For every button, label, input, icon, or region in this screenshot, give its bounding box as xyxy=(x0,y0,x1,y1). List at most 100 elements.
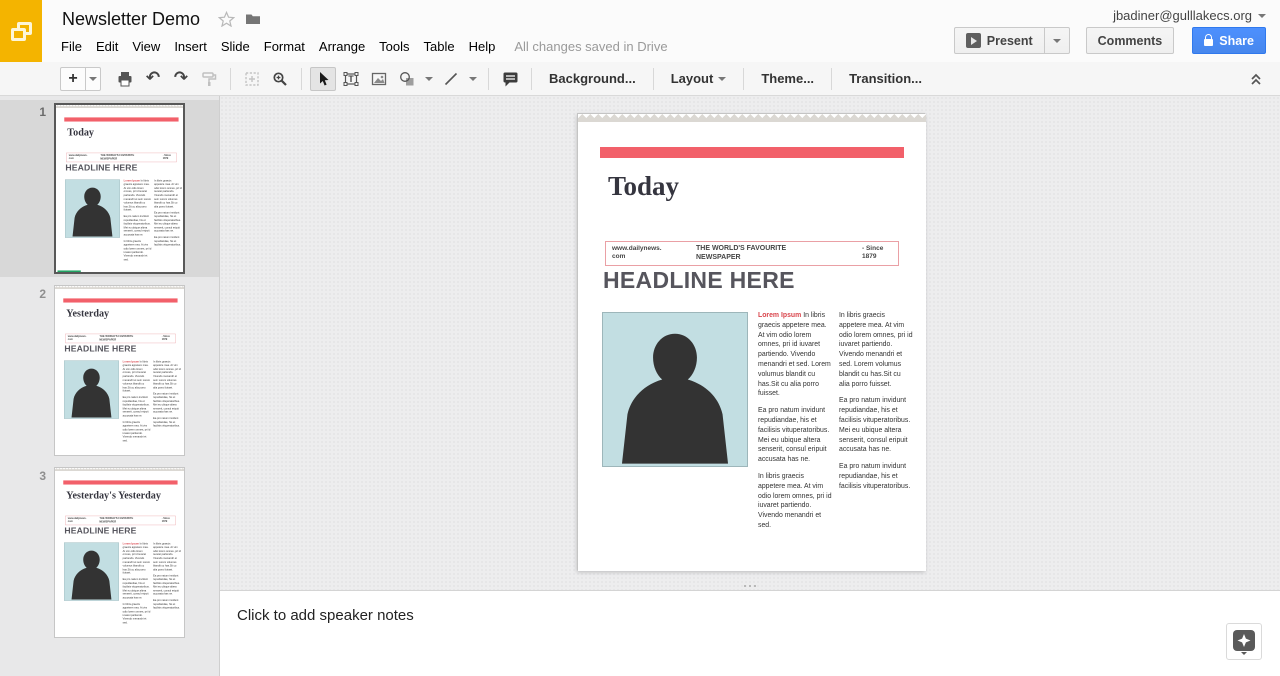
article-column-2: In libris graecis appetere mea. At vim o… xyxy=(153,542,181,610)
slide-thumbnail-3[interactable]: Yesterday's Yesterday www.dailynews.com … xyxy=(54,467,185,638)
present-dropdown-button[interactable] xyxy=(1044,27,1070,54)
masthead-since: - Since 1879 xyxy=(862,245,884,261)
folder-icon[interactable] xyxy=(245,12,261,26)
photo-placeholder xyxy=(65,179,120,238)
redo-button[interactable]: ↷ xyxy=(168,67,194,91)
paint-format-button[interactable] xyxy=(196,67,222,91)
layout-button[interactable]: Layout xyxy=(661,66,737,91)
slide-filmstrip: 1 Today www.dailynews.com THE WORLD'S FA… xyxy=(0,96,220,676)
red-accent-bar xyxy=(63,480,178,485)
star-icon[interactable] xyxy=(218,11,235,27)
lead-in: Lorem Ipsum xyxy=(758,312,802,319)
collapse-toolbar-icon[interactable] xyxy=(1248,70,1264,87)
select-tool-button[interactable] xyxy=(310,66,336,91)
slide-canvas[interactable]: Today www.dailynews.com THE WORLD'S FAVO… xyxy=(220,96,1280,590)
newspaper-headline[interactable]: HEADLINE HERE xyxy=(603,267,795,294)
article-column-1: Lorem Ipsum In libris graecis appetere m… xyxy=(122,542,151,625)
chevron-down-icon xyxy=(1052,38,1061,43)
newspaper-preview: Yesterday's Yesterday www.dailynews.com … xyxy=(55,468,184,637)
present-button[interactable]: Present xyxy=(953,27,1045,54)
chevron-down-icon xyxy=(89,76,97,81)
chevron-down-icon[interactable] xyxy=(469,76,477,81)
text-box-button[interactable]: T xyxy=(338,67,364,91)
newspaper-masthead: www.dailynews.com THE WORLD'S FAVOURITE … xyxy=(65,333,176,344)
torn-edge xyxy=(55,468,184,472)
insert-line-button[interactable] xyxy=(438,67,464,91)
red-accent-bar xyxy=(63,298,178,303)
newspaper-title: Yesterday xyxy=(66,307,110,319)
slide-number: 3 xyxy=(39,469,46,483)
menu-tools[interactable]: Tools xyxy=(372,35,416,58)
lock-icon xyxy=(1204,34,1214,46)
transition-button[interactable]: Transition... xyxy=(839,66,932,91)
newspaper-title[interactable]: Today xyxy=(608,171,679,202)
comments-button[interactable]: Comments xyxy=(1085,27,1175,54)
slide-thumbnail-row-3: 3 Yesterday's Yesterday www.dailynews.co… xyxy=(0,464,219,641)
article-column-2: In libris graecis appetere mea. At vim o… xyxy=(153,360,181,428)
menu-bar: File Edit View Insert Slide Format Arran… xyxy=(54,35,668,58)
insert-comment-button[interactable] xyxy=(497,67,523,91)
slides-logo-icon xyxy=(0,0,42,62)
new-slide-button[interactable]: + xyxy=(60,66,86,91)
slide-thumbnail-1[interactable]: Today www.dailynews.com THE WORLD'S FAVO… xyxy=(54,103,185,274)
red-accent-bar[interactable] xyxy=(600,147,904,158)
notes-resize-handle[interactable] xyxy=(744,585,756,587)
menu-view[interactable]: View xyxy=(125,35,167,58)
photo-placeholder xyxy=(64,360,119,419)
slide-thumbnail-2[interactable]: Yesterday www.dailynews.com THE WORLD'S … xyxy=(54,285,185,456)
insert-shape-button[interactable] xyxy=(394,67,420,91)
newspaper-preview: Yesterday www.dailynews.com THE WORLD'S … xyxy=(55,286,184,455)
article-column-1: Lorem Ipsum In libris graecis appetere m… xyxy=(122,360,151,443)
menu-format[interactable]: Format xyxy=(257,35,312,58)
new-slide-dropdown[interactable] xyxy=(86,66,101,91)
account-email: jbadiner@gulllakecs.org xyxy=(1113,8,1252,23)
account-menu[interactable]: jbadiner@gulllakecs.org xyxy=(1113,8,1266,23)
share-button[interactable]: Share xyxy=(1192,27,1266,54)
chevron-down-icon[interactable] xyxy=(425,76,433,81)
menu-edit[interactable]: Edit xyxy=(89,35,125,58)
torn-edge xyxy=(578,114,926,122)
zoom-fit-button[interactable] xyxy=(239,67,265,91)
speaker-notes-panel: Click to add speaker notes xyxy=(220,590,1280,676)
person-silhouette-icon xyxy=(71,550,112,600)
masthead-tagline: THE WORLD'S FAVOURITE NEWSPAPER xyxy=(696,245,787,261)
article-column-1: Lorem Ipsum In libris graecis appetere m… xyxy=(123,179,152,262)
menu-table[interactable]: Table xyxy=(417,35,462,58)
menu-file[interactable]: File xyxy=(54,35,89,58)
torn-edge xyxy=(56,105,183,109)
play-icon xyxy=(965,33,981,48)
chevron-down-icon xyxy=(1258,13,1266,18)
chevron-down-icon xyxy=(718,76,727,81)
person-silhouette-icon xyxy=(621,333,729,464)
document-title[interactable]: Newsletter Demo xyxy=(62,9,200,30)
newspaper-headline: HEADLINE HERE xyxy=(65,162,138,173)
header: Newsletter Demo jbadiner@gulllakecs.org … xyxy=(0,0,1280,62)
menu-arrange[interactable]: Arrange xyxy=(312,35,372,58)
newspaper-title: Yesterday's Yesterday xyxy=(66,489,161,501)
newspaper-headline: HEADLINE HERE xyxy=(64,343,137,354)
explore-button[interactable] xyxy=(1226,623,1262,660)
svg-text:T: T xyxy=(348,74,354,84)
article-column-1[interactable]: Lorem Ipsum In libris graecis appetere m… xyxy=(758,311,832,538)
article-column-2[interactable]: In libris graecis appetere mea. At vim o… xyxy=(839,311,913,499)
menu-slide[interactable]: Slide xyxy=(214,35,257,58)
speaker-notes-input[interactable]: Click to add speaker notes xyxy=(237,607,414,624)
slide-thumbnail-row-2: 2 Yesterday www.dailynews.com THE WORLD'… xyxy=(0,282,219,459)
newspaper-slide: Today www.dailynews.com THE WORLD'S FAVO… xyxy=(578,114,926,571)
menu-insert[interactable]: Insert xyxy=(167,35,214,58)
article-column-2: In libris graecis appetere mea. At vim o… xyxy=(154,179,182,247)
current-slide[interactable]: Today www.dailynews.com THE WORLD'S FAVO… xyxy=(577,113,926,571)
new-slide-button-group: + xyxy=(60,66,101,91)
newspaper-headline: HEADLINE HERE xyxy=(64,525,137,536)
zoom-button[interactable] xyxy=(267,67,293,91)
background-button[interactable]: Background... xyxy=(539,66,646,91)
photo-placeholder[interactable] xyxy=(602,312,748,467)
newspaper-masthead[interactable]: www.dailynews.com THE WORLD'S FAVOURITE … xyxy=(605,241,899,266)
theme-button[interactable]: Theme... xyxy=(751,66,824,91)
undo-button[interactable]: ↶ xyxy=(140,67,166,91)
newspaper-masthead: www.dailynews.com THE WORLD'S FAVOURITE … xyxy=(65,515,176,526)
insert-image-button[interactable] xyxy=(366,67,392,91)
print-button[interactable] xyxy=(112,67,138,91)
menu-help[interactable]: Help xyxy=(462,35,503,58)
newspaper-preview: Today www.dailynews.com THE WORLD'S FAVO… xyxy=(56,105,183,272)
